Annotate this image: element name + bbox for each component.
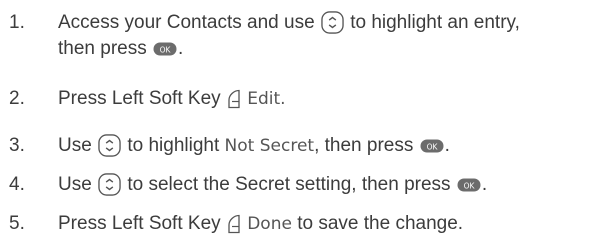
step-number: 4. [9, 174, 25, 195]
ok-key-icon: OK [420, 139, 444, 153]
ok-key-icon: OK [457, 178, 481, 192]
ok-key-icon: OK [153, 42, 177, 56]
step-text-part: . [178, 38, 184, 59]
step-text-part: to highlight an entry, [350, 12, 520, 33]
soft-key-label: Edit. [247, 89, 286, 109]
step-number: 2. [9, 88, 25, 109]
ok-key-label: OK [160, 45, 172, 54]
left-soft-key-icon [227, 214, 241, 234]
step-number: 5. [9, 213, 25, 234]
step-text-part: Use [58, 135, 92, 156]
step-text-part: Access your Contacts and use [58, 12, 315, 33]
step-text: Use to select the Secret setting, then p… [58, 172, 600, 198]
step-text: Access your Contacts and use to highligh… [58, 10, 600, 62]
ok-key-label: OK [463, 181, 475, 190]
step-text-part: Use [58, 174, 92, 195]
step-number: 1. [9, 12, 25, 33]
step-text-part: . [481, 174, 488, 195]
step-text-part: Press Left Soft Key [58, 213, 221, 234]
step-text: Use to highlight Not Secret, then press … [58, 133, 600, 159]
step-text-part: to save the change. [297, 213, 464, 234]
step-text-part: to highlight [127, 135, 220, 156]
step-text-part: . [444, 135, 450, 156]
nav-key-icon [98, 173, 121, 197]
ok-key-label: OK [426, 142, 438, 151]
step-text-part: to select the Secret setting, then press [127, 174, 451, 195]
nav-key-icon [321, 11, 344, 35]
step-text-part: then press [58, 38, 147, 59]
nav-key-icon [98, 134, 121, 158]
step-text: Press Left Soft Key Done to save the cha… [58, 211, 600, 237]
step-number: 3. [9, 135, 25, 156]
step-text-part: Press Left Soft Key [58, 88, 221, 109]
left-soft-key-icon [227, 89, 241, 109]
soft-key-label: Done [247, 214, 292, 234]
step-text-part: , then press [314, 135, 414, 156]
step-text: Press Left Soft Key Edit. [58, 86, 600, 112]
setting-name: Not Secret [224, 136, 315, 156]
